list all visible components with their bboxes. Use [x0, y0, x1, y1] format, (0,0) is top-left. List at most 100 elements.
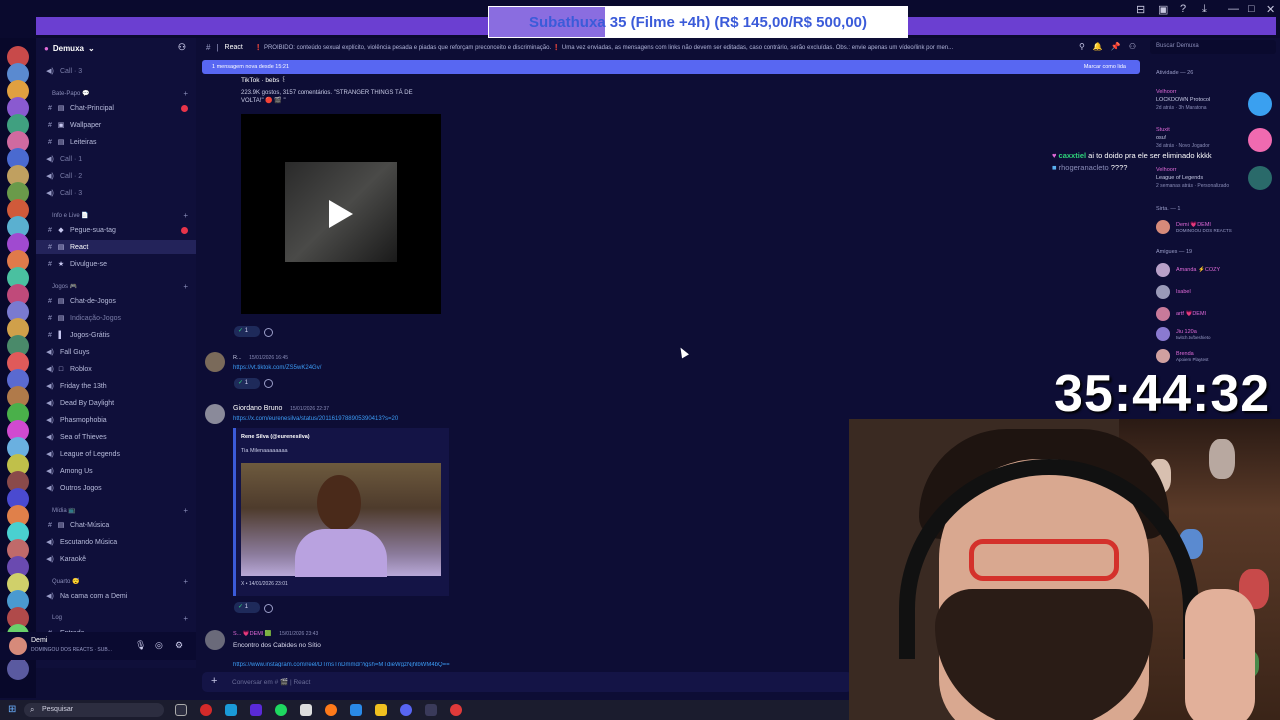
add-channel-icon[interactable]: +: [183, 577, 188, 586]
author-name[interactable]: S... 💗DEMI 🟩: [233, 631, 272, 637]
obs-icon[interactable]: [450, 704, 462, 716]
add-attachment-icon[interactable]: +: [211, 675, 217, 687]
channel-item[interactable]: ◀) Escutando Música: [36, 535, 196, 549]
spotify-icon[interactable]: [275, 704, 287, 716]
channel-item[interactable]: ◀) Friday the 13th: [36, 379, 196, 393]
channel-item[interactable]: ◀) Na cama com a Demi: [36, 589, 196, 603]
add-reaction-icon[interactable]: [264, 328, 273, 337]
channel-item[interactable]: # ★ Divulgue-se: [36, 257, 196, 271]
mark-as-read-button[interactable]: Marcar como lida: [1084, 64, 1126, 70]
avatar[interactable]: [205, 630, 225, 650]
server-header[interactable]: ● Demuxa ⌄ ⚇: [36, 38, 196, 58]
message-link[interactable]: https://vt.tiktok.com/ZS5wK24Gv/: [233, 365, 321, 371]
search-input[interactable]: Buscar Demuxa: [1150, 40, 1276, 54]
embed-author[interactable]: Rene Silva (@eurenesilva): [241, 434, 310, 440]
file-explorer-icon[interactable]: [375, 704, 387, 716]
message-link[interactable]: https://www.instagram.com/reel/DTrnsTnDm…: [233, 662, 533, 667]
channel-item[interactable]: # ▤ Leiteiras: [36, 135, 196, 149]
channel-item[interactable]: ◀) □ Roblox: [36, 362, 196, 376]
avatar[interactable]: [205, 404, 225, 424]
discord-icon[interactable]: [400, 704, 412, 716]
reaction-pill[interactable]: ✓ 1: [234, 602, 260, 613]
channel-item[interactable]: ◀) Call · 1: [36, 152, 196, 166]
author-name[interactable]: R...: [233, 355, 242, 361]
pin-icon[interactable]: ⊟: [1136, 3, 1145, 16]
channel-item[interactable]: ◀) Phasmophobia: [36, 413, 196, 427]
maximize-icon[interactable]: □: [1248, 3, 1255, 15]
help-icon[interactable]: ?: [1180, 3, 1186, 15]
channel-category[interactable]: Quarto 😴 +: [36, 575, 196, 587]
channel-item[interactable]: # ▤ React: [36, 240, 196, 254]
channel-item[interactable]: ◀) Karaokê: [36, 552, 196, 566]
close-icon[interactable]: ✕: [1266, 3, 1275, 16]
channel-item[interactable]: ◀) Call · 3: [36, 186, 196, 200]
headphones-icon[interactable]: ◎: [155, 640, 163, 651]
author-name[interactable]: Giordano Bruno: [233, 405, 282, 412]
add-reaction-icon[interactable]: [264, 604, 273, 613]
channel-item[interactable]: ◀) Among Us: [36, 464, 196, 478]
member-item[interactable]: Brenda Apoiem Playtest: [1156, 348, 1209, 364]
channel-item[interactable]: ◀) League of Legends: [36, 447, 196, 461]
reaction-pill[interactable]: ✓ 1: [234, 378, 260, 389]
task-view-icon[interactable]: [175, 704, 187, 716]
play-icon[interactable]: [329, 200, 353, 228]
avatar[interactable]: [9, 637, 27, 655]
edge-icon[interactable]: [225, 704, 237, 716]
taskbar-search[interactable]: ⌕ Pesquisar: [24, 703, 164, 717]
member-item[interactable]: Amanda ⚡COZY: [1156, 262, 1220, 278]
message-composer[interactable]: + Conversar em # 🎬 | React: [202, 672, 852, 692]
channel-item[interactable]: ◀) Call · 2: [36, 169, 196, 183]
download-icon[interactable]: ⤓: [1202, 3, 1207, 16]
game-thumbnail[interactable]: [1248, 92, 1272, 116]
add-channel-icon[interactable]: +: [183, 89, 188, 98]
member-item[interactable]: artf 💗DEMI: [1156, 306, 1206, 322]
channel-category[interactable]: Mídia 📺 +: [36, 504, 196, 516]
member-item[interactable]: Jiu 120a twitch.tv/beshieto: [1156, 326, 1211, 342]
reaction-pill[interactable]: ✓ 1: [234, 326, 260, 337]
channel-item[interactable]: ◀) Fall Guys: [36, 345, 196, 359]
league-icon[interactable]: [1248, 166, 1272, 190]
embed-title[interactable]: TikTok · bebs ꒰: [241, 75, 286, 84]
activity-item[interactable]: Stuxit osu! 3d atrás · Novo Jogador: [1156, 126, 1210, 150]
add-channel-icon[interactable]: +: [183, 211, 188, 220]
channel-item[interactable]: # ▤ Chat-Música: [36, 518, 196, 532]
channel-topic[interactable]: ❗ PROIBIDO: conteúdo sexual explícito, v…: [255, 44, 1035, 51]
app-icon[interactable]: [300, 704, 312, 716]
member-item[interactable]: Isabel: [1156, 284, 1191, 300]
channel-category[interactable]: Jogos 🎮 +: [36, 280, 196, 292]
osu-icon[interactable]: [1248, 128, 1272, 152]
activity-item[interactable]: Velhoorr LOCKDOWN Protocol 2d atrás · 3h M…: [1156, 88, 1210, 112]
app-icon[interactable]: [200, 704, 212, 716]
add-member-icon[interactable]: ⚇: [178, 42, 186, 53]
channel-item[interactable]: ◀) Outros Jogos: [36, 481, 196, 495]
avatar[interactable]: [205, 352, 225, 372]
microphone-icon[interactable]: 🎙: [135, 640, 146, 651]
app-icon[interactable]: [350, 704, 362, 716]
channel-item[interactable]: ◀) Dead By Daylight: [36, 396, 196, 410]
channel-item[interactable]: # ▌ Jogos-Grátis: [36, 328, 196, 342]
inbox-icon[interactable]: ▣: [1158, 3, 1168, 16]
add-channel-icon[interactable]: +: [183, 506, 188, 515]
member-item[interactable]: Demi 💗DEMI DOMINGOU DOS REACTS: [1156, 219, 1232, 235]
channel-item[interactable]: # ▤ Chat-Principal: [36, 101, 196, 115]
app-icon[interactable]: [425, 704, 437, 716]
channel-category[interactable]: Log +: [36, 612, 196, 624]
settings-gear-icon[interactable]: ⚙: [175, 640, 183, 651]
channel-item[interactable]: ◀) Sea of Thieves: [36, 430, 196, 444]
channel-item[interactable]: # ◆ Pegue-sua-tag: [36, 223, 196, 237]
header-toolbar-icons[interactable]: ⚲🔔📌⚇: [1079, 42, 1144, 51]
channel-category[interactable]: Bate-Papo 💬 +: [36, 87, 196, 99]
channel-item[interactable]: ◀) Call · 3: [36, 64, 196, 78]
add-channel-icon[interactable]: +: [183, 282, 188, 291]
tiktok-video-thumbnail[interactable]: [241, 114, 441, 314]
new-messages-bar[interactable]: 1 mensagem nova desde 15:21 Marcar como …: [202, 60, 1140, 74]
server-icon[interactable]: [7, 658, 29, 680]
channel-item[interactable]: # ▣ Wallpaper: [36, 118, 196, 132]
tweet-image[interactable]: [241, 463, 441, 577]
minimize-icon[interactable]: —: [1228, 3, 1239, 15]
channel-item[interactable]: # ▤ Indicação-Jogos: [36, 311, 196, 325]
add-channel-icon[interactable]: +: [183, 614, 188, 623]
firefox-icon[interactable]: [325, 704, 337, 716]
message-link[interactable]: https://x.com/eurenesilva/status/2011619…: [233, 416, 398, 422]
channel-category[interactable]: Info e Live 📄 +: [36, 209, 196, 221]
